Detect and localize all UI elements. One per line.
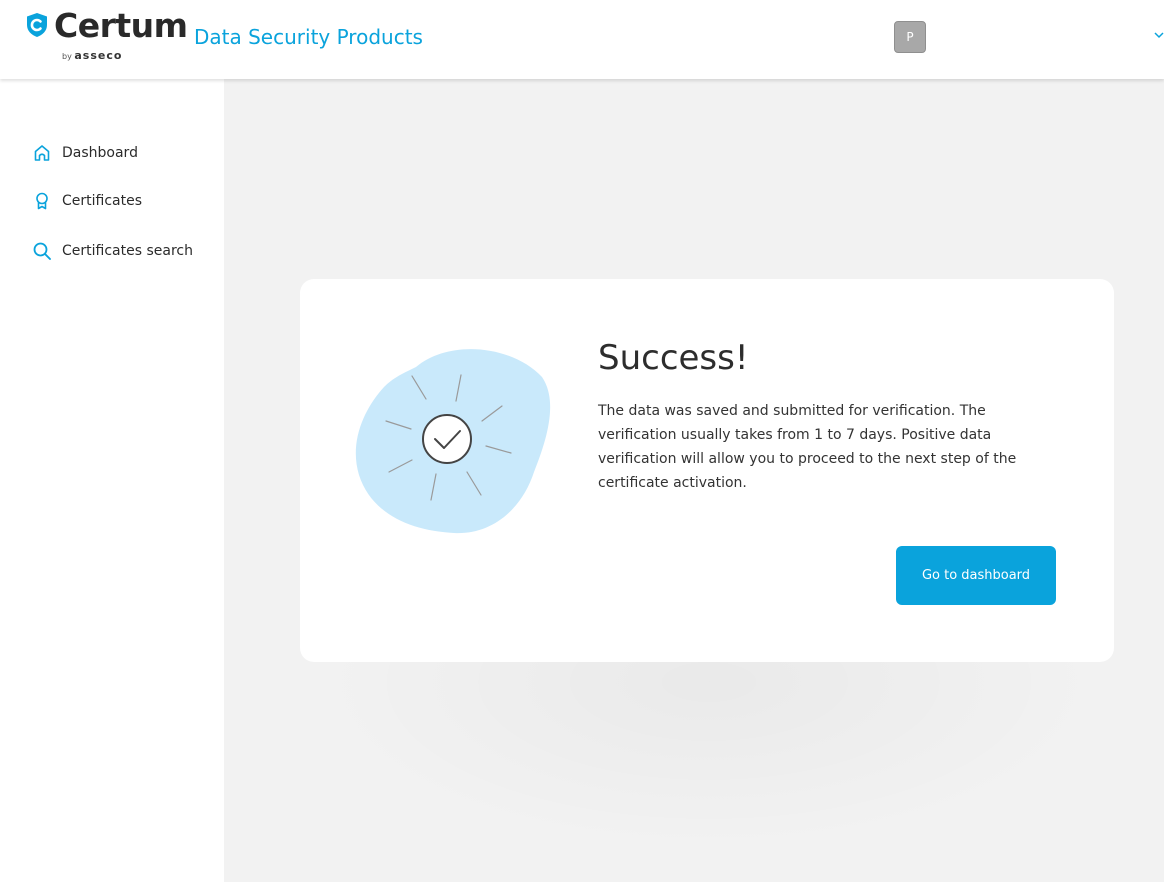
certificate-icon bbox=[36, 192, 48, 210]
certum-logo-icon[interactable] bbox=[25, 12, 49, 38]
go-to-dashboard-button[interactable]: Go to dashboard bbox=[896, 546, 1056, 605]
sidebar-item-label: Dashboard bbox=[62, 145, 138, 161]
sidebar-item-certificates[interactable]: Certificates bbox=[32, 189, 142, 213]
user-avatar[interactable]: P bbox=[894, 21, 926, 53]
chevron-down-icon[interactable] bbox=[1154, 30, 1164, 40]
sidebar-item-label: Certificates search bbox=[62, 243, 193, 259]
success-title: Success! bbox=[598, 338, 749, 378]
success-check-icon bbox=[355, 349, 551, 534]
asseco-wordmark: asseco bbox=[74, 49, 123, 62]
product-name: Data Security Products bbox=[194, 25, 423, 49]
search-icon bbox=[33, 242, 51, 260]
by-text: by bbox=[62, 52, 72, 61]
sidebar: Dashboard Certificates Certificates sear… bbox=[0, 79, 224, 882]
card-shadow bbox=[314, 640, 1104, 850]
sidebar-item-certificates-search[interactable]: Certificates search bbox=[32, 239, 193, 263]
brand-name[interactable]: Certum bbox=[54, 6, 188, 46]
home-icon bbox=[34, 145, 50, 161]
success-message: The data was saved and submitted for ver… bbox=[598, 403, 1017, 491]
brand-byline: by asseco bbox=[62, 49, 123, 62]
top-header: Certum by asseco Data Security Products … bbox=[0, 0, 1164, 79]
sidebar-item-label: Certificates bbox=[62, 193, 143, 209]
sidebar-item-dashboard[interactable]: Dashboard bbox=[32, 141, 138, 165]
